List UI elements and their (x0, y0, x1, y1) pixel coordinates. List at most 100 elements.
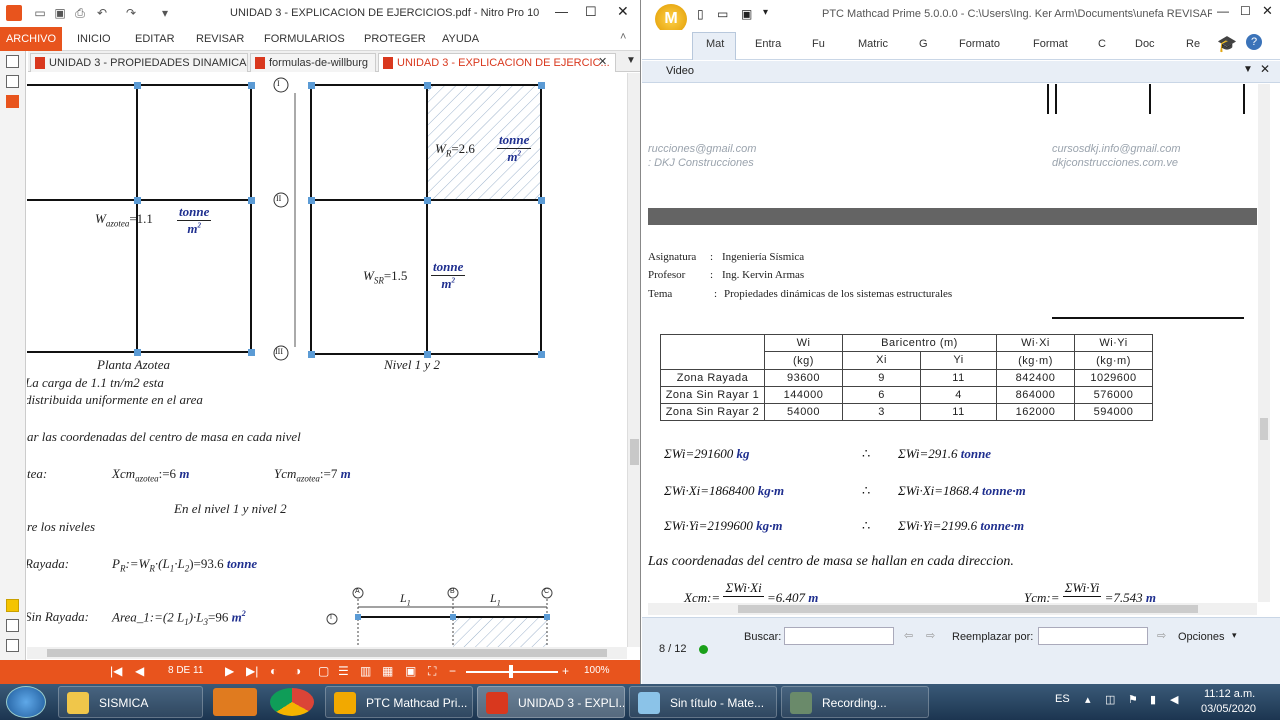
tab-formato-texto[interactable]: Format (1033, 38, 1068, 50)
close-icon[interactable]: ✕ (1262, 3, 1273, 19)
save-icon[interactable]: ▣ (741, 7, 752, 21)
tray-flag-icon[interactable]: ⚑ (1128, 693, 1138, 706)
sum-wixi-tonne[interactable]: ΣWi·Xi=1868.4 tonne·m (898, 483, 1026, 499)
media-player-icon[interactable] (213, 688, 257, 716)
tab-inicio[interactable]: INICIO (77, 31, 111, 47)
tab-funciones[interactable]: Fu (812, 38, 825, 50)
ycm-formula[interactable]: Ycm:= ΣWi·Yi =7.543 m (1024, 580, 1156, 602)
xcm-formula[interactable]: Xcm:= ΣWi·Xi =6.407 m (684, 580, 818, 602)
redo-icon[interactable]: ↷ (124, 6, 138, 20)
tab-entrada[interactable]: Entra (755, 38, 781, 50)
tab-editar[interactable]: EDITAR (135, 31, 175, 47)
comments-panel-icon[interactable] (6, 599, 19, 612)
sum-wi-tonne[interactable]: ΣWi=291.6 tonne (898, 446, 991, 462)
scroll-thumb[interactable] (738, 605, 1198, 613)
tab-revisar[interactable]: REVISAR (196, 31, 244, 47)
close-tab-icon[interactable]: ✕ (598, 55, 607, 68)
nitro-logo-icon[interactable] (6, 5, 22, 21)
fullscreen-icon[interactable]: ⛶ (428, 664, 436, 679)
back-icon[interactable]: ◐ (270, 664, 277, 678)
find-prev-icon[interactable]: ⇦ (904, 629, 913, 642)
doc-tab-formulas[interactable]: formulas-de-willburg (250, 53, 376, 72)
tab-formularios[interactable]: FORMULARIOS (264, 31, 345, 47)
page-indicator[interactable]: 8 DE 11 (168, 665, 203, 676)
forward-icon[interactable]: ◑ (294, 664, 301, 678)
search-input[interactable] (784, 627, 894, 645)
close-doc-icon[interactable]: ✕ (1260, 62, 1270, 76)
tray-signal-icon[interactable]: ▮ (1150, 693, 1156, 706)
minimize-icon[interactable]: — (555, 4, 568, 19)
facing-icon[interactable]: ▥ (360, 664, 371, 678)
tabs-dropdown-icon[interactable]: ▼ (626, 55, 636, 66)
document-list-icon[interactable]: ▼ (1243, 64, 1253, 75)
tab-archivo[interactable]: ARCHIVO (0, 27, 62, 51)
taskbar-item-mathcad[interactable]: PTC Mathcad Pri... (325, 686, 473, 718)
language-indicator[interactable]: ES (1055, 693, 1070, 705)
single-page-icon[interactable]: ▢ (318, 664, 329, 678)
tab-matrices[interactable]: Matric (858, 38, 888, 50)
opciones-button[interactable]: Opciones (1178, 631, 1224, 643)
tab-proteger[interactable]: PROTEGER (364, 31, 426, 47)
taskbar-item-paint[interactable]: Sin título - Mate... (629, 686, 777, 718)
learning-connector-icon[interactable]: 🎓 (1217, 34, 1237, 54)
sum-wiyi[interactable]: ΣWi·Yi=2199600 kg·m (664, 518, 782, 534)
minimize-icon[interactable]: — (1217, 4, 1229, 18)
sum-wixi[interactable]: ΣWi·Xi=1868400 kg·m (664, 483, 784, 499)
start-button[interactable] (6, 686, 46, 718)
sum-wi[interactable]: ΣWi=291600 kg (664, 446, 749, 462)
doc-tab-explicacion[interactable]: UNIDAD 3 - EXPLICACION DE EJERCIC... (378, 53, 616, 72)
new-icon[interactable]: ▯ (697, 7, 704, 21)
tab-formato-calculo[interactable]: Formato (959, 38, 1000, 50)
pdf-horizontal-scrollbar[interactable] (27, 647, 627, 659)
clock-date[interactable]: 03/05/2020 (1201, 703, 1256, 715)
customize-icon[interactable]: ▾ (158, 6, 172, 20)
tab-graficos[interactable]: G (919, 38, 928, 50)
zoom-out-icon[interactable]: − (449, 664, 456, 678)
maximize-icon[interactable]: ☐ (1240, 4, 1251, 18)
continuous-icon[interactable]: ☰ (338, 664, 349, 678)
help-icon[interactable]: ? (1246, 34, 1262, 50)
prev-page-icon[interactable]: ◀ (135, 664, 144, 678)
zoom-level[interactable]: 100% (584, 665, 610, 676)
zoom-in-icon[interactable]: + (562, 664, 569, 678)
replace-icon[interactable]: ⇨ (1157, 629, 1166, 642)
next-page-icon[interactable]: ▶ (225, 664, 234, 678)
close-icon[interactable]: ✕ (617, 3, 629, 20)
pdf-vertical-scrollbar[interactable] (627, 73, 640, 647)
scroll-thumb[interactable] (1260, 418, 1268, 440)
zoom-slider-thumb[interactable] (509, 665, 513, 678)
tray-expand-icon[interactable]: ▴ (1085, 693, 1091, 706)
opciones-dropdown-icon[interactable]: ▾ (1232, 630, 1237, 641)
fit-icon[interactable]: ▣ (405, 664, 416, 678)
sum-wiyi-tonne[interactable]: ΣWi·Yi=2199.6 tonne·m (898, 518, 1024, 534)
taskbar-item-sismica[interactable]: SISMICA (58, 686, 203, 718)
signature-panel-icon[interactable] (6, 639, 19, 652)
chrome-icon[interactable] (270, 688, 314, 716)
worksheet[interactable]: rucciones@gmail.com : DKJ Construcciones… (648, 84, 1257, 602)
tab-video[interactable]: Video (666, 65, 694, 77)
tab-recursos[interactable]: Re (1186, 38, 1200, 50)
find-next-icon[interactable]: ⇨ (926, 629, 935, 642)
doc-tab-propiedades[interactable]: UNIDAD 3 - PROPIEDADES DINAMICAS ... (30, 53, 248, 72)
attachments-panel-icon[interactable] (6, 95, 19, 108)
open-icon[interactable]: ▭ (717, 7, 728, 21)
save-icon[interactable]: ▣ (53, 6, 67, 20)
tab-calculo[interactable]: C (1098, 38, 1106, 50)
scroll-thumb[interactable] (47, 649, 607, 657)
facing-continuous-icon[interactable]: ▦ (382, 664, 393, 678)
tray-volume-icon[interactable]: ◀ (1170, 693, 1178, 706)
tab-documento[interactable]: Doc (1135, 38, 1155, 50)
worksheet-vertical-scrollbar[interactable] (1258, 84, 1270, 602)
tray-network-icon[interactable]: ◫ (1105, 693, 1115, 706)
taskbar-item-recording[interactable]: Recording... (781, 686, 929, 718)
customize-icon[interactable]: ▾ (763, 7, 768, 18)
taskbar-item-nitro[interactable]: UNIDAD 3 - EXPLI... (477, 686, 625, 718)
bookmarks-panel-icon[interactable] (6, 75, 19, 88)
open-icon[interactable]: ▭ (33, 6, 47, 20)
replace-input[interactable] (1038, 627, 1148, 645)
coordinates-text[interactable]: Las coordenadas del centro de masa se ha… (648, 554, 1014, 570)
scroll-thumb[interactable] (630, 439, 639, 465)
last-page-icon[interactable]: ▶| (246, 664, 258, 678)
tab-matematicas[interactable]: Mat (706, 38, 724, 50)
output-panel-icon[interactable] (6, 619, 19, 632)
